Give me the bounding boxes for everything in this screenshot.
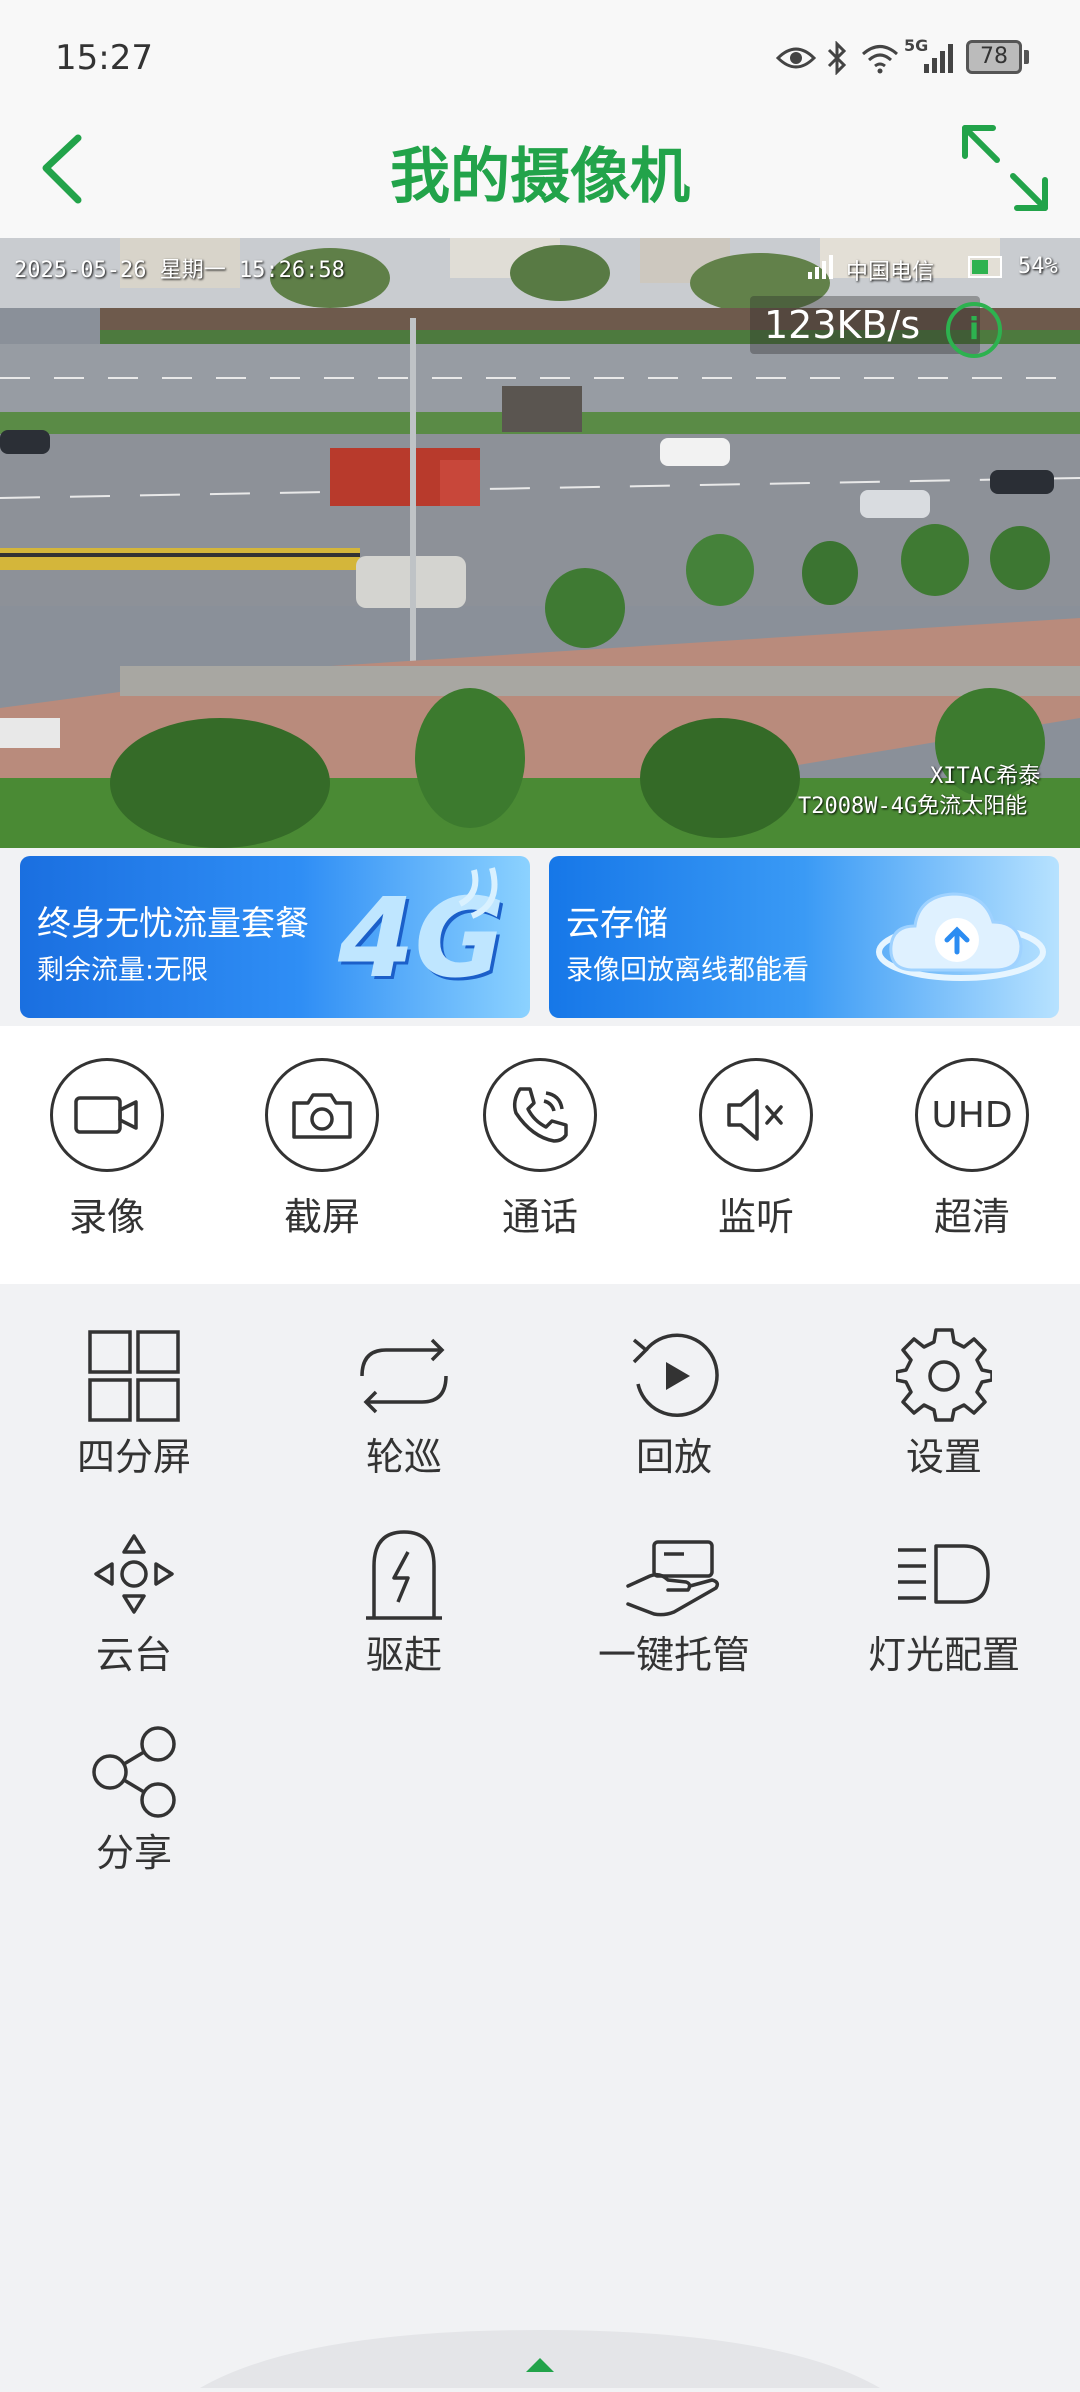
call-label: 通话 [501,1195,578,1239]
record-label: 录像 [68,1195,145,1239]
banner-title: 云存储 [566,904,668,944]
banner-title: 终身无忧流量套餐 [37,904,309,944]
share-icon [84,1722,184,1822]
banner-subtitle: 录像回放离线都能看 [566,955,809,986]
cloud-storage-banner[interactable]: 云存储 录像回放离线都能看 [549,856,1059,1018]
grid-four-icon [84,1326,184,1426]
share-label: 分享 [95,1831,172,1875]
bottom-drawer-handle[interactable] [0,2320,1080,2388]
expand-icon [962,125,1048,211]
video-camera-icon [50,1058,164,1172]
light-beam-icon [894,1524,994,1624]
signal-waves-icon [458,867,498,919]
banner-subtitle: 剩余流量:无限 [37,955,209,986]
one-click-hosting-button[interactable]: 一键托管 [574,1524,774,1694]
share-button[interactable]: 分享 [34,1722,234,1892]
patrol-button[interactable]: 轮巡 [304,1326,504,1496]
uhd-label: 超清 [933,1195,1010,1239]
osd-signal-icon [806,254,836,284]
info-icon: i [968,312,980,347]
page-title: 我的摄像机 [390,142,690,212]
playback-icon [624,1326,724,1426]
screenshot-label: 截屏 [283,1195,360,1239]
battery-icon: 78 [966,40,1022,74]
quad-screen-button[interactable]: 四分屏 [34,1326,234,1496]
phone-call-icon [483,1058,597,1172]
osd-datetime: 2025-05-26 星期一 15:26:58 [14,258,345,283]
ptz-direction-icon [84,1524,184,1624]
osd-carrier: 中国电信 [846,260,935,285]
light-config-button[interactable]: 灯光配置 [844,1524,1044,1694]
lightning-alarm-icon [354,1524,454,1624]
deter-button[interactable]: 驱赶 [304,1524,504,1694]
osd-battery-icon [968,256,1002,278]
info-button[interactable]: i [946,302,1002,358]
osd-signal-percent: 54% [1018,254,1058,279]
one-click-hosting-label: 一键托管 [597,1633,750,1677]
wifi-icon [858,38,902,78]
ptz-label: 云台 [95,1633,172,1677]
osd-brand: XITAC希泰 [930,764,1041,789]
status-bar [0,0,1080,110]
cellular-signal-icon [920,38,960,78]
osd-model: T2008W-4G免流太阳能 [798,794,1028,819]
bluetooth-icon [822,38,852,78]
light-config-label: 灯光配置 [867,1633,1020,1677]
status-time: 15:27 [55,38,153,78]
settings-label: 设置 [905,1435,982,1479]
patrol-label: 轮巡 [365,1435,442,1479]
fullscreen-button[interactable] [955,118,1055,218]
uhd-icon: UHD [915,1058,1029,1172]
playback-label: 回放 [635,1435,712,1479]
camera-icon [265,1058,379,1172]
settings-button[interactable]: 设置 [844,1326,1044,1496]
playback-button[interactable]: 回放 [574,1326,774,1496]
ptz-button[interactable]: 云台 [34,1524,234,1694]
loop-arrows-icon [354,1326,454,1426]
listen-label: 监听 [717,1195,794,1239]
speaker-mute-icon [699,1058,813,1172]
eye-icon [774,38,818,78]
cloud-upload-icon [876,892,1046,981]
hand-card-icon [624,1524,724,1624]
battery-tip [1024,50,1029,64]
quad-screen-label: 四分屏 [76,1435,191,1479]
gear-icon [894,1326,994,1426]
deter-label: 驱赶 [365,1633,442,1677]
data-plan-banner[interactable]: 终身无忧流量套餐 剩余流量:无限 4G [20,856,530,1018]
